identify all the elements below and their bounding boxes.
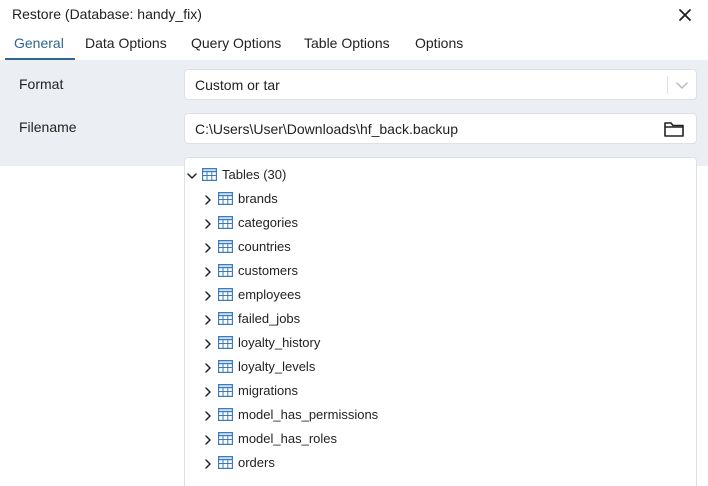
tab-table-options[interactable]: Table Options <box>304 35 390 51</box>
objects-tree: Tables (30) brands categories countries cus… <box>184 157 697 486</box>
dialog-titlebar: Restore (Database: handy_fix) <box>0 0 708 28</box>
tree-item-table[interactable]: employees <box>185 284 685 306</box>
tree-item-label: loyalty_history <box>238 335 321 350</box>
chevron-right-icon[interactable] <box>202 313 214 325</box>
table-icon <box>218 408 234 422</box>
tree-item-label: brands <box>238 191 278 206</box>
tab-options[interactable]: Options <box>415 35 463 51</box>
tree-root-label: Tables (30) <box>222 167 287 182</box>
table-icon <box>218 336 234 350</box>
tree-item-label: migrations <box>238 383 298 398</box>
select-divider <box>667 76 668 94</box>
tree-item-table[interactable]: migrations <box>185 380 685 402</box>
filename-input[interactable] <box>195 121 645 137</box>
format-label: Format <box>19 76 64 92</box>
table-icon <box>218 264 234 278</box>
tree-root-tables[interactable]: Tables (30) <box>185 164 685 186</box>
tree-item-label: model_has_permissions <box>238 407 379 422</box>
table-icon <box>218 456 234 470</box>
tree-item-label: employees <box>238 287 301 302</box>
format-select-value: Custom or tar <box>195 77 280 93</box>
filename-field[interactable] <box>184 113 697 144</box>
table-icon <box>218 288 234 302</box>
tree-item-label: customers <box>238 263 298 278</box>
table-icon <box>202 168 218 182</box>
tree-item-table[interactable]: brands <box>185 188 685 210</box>
chevron-right-icon[interactable] <box>202 385 214 397</box>
chevron-right-icon[interactable] <box>202 217 214 229</box>
tree-item-label: model_has_roles <box>238 431 338 446</box>
close-icon[interactable] <box>674 4 696 26</box>
tree-item-table[interactable]: model_has_roles <box>185 428 685 450</box>
chevron-down-icon[interactable] <box>673 76 691 94</box>
filename-label: Filename <box>19 119 77 135</box>
table-icon <box>218 192 234 206</box>
table-icon <box>218 312 234 326</box>
chevron-right-icon[interactable] <box>202 193 214 205</box>
table-icon <box>218 432 234 446</box>
tree-item-label: orders <box>238 455 275 470</box>
tree-item-table[interactable]: countries <box>185 236 685 258</box>
tab-bar: General Data Options Query Options Table… <box>0 28 708 60</box>
tree-item-table[interactable]: model_has_permissions <box>185 404 685 426</box>
tree-item-label: loyalty_levels <box>238 359 316 374</box>
tree-item-table[interactable]: loyalty_history <box>185 332 685 354</box>
tree-item-label: countries <box>238 239 291 254</box>
chevron-right-icon[interactable] <box>202 433 214 445</box>
chevron-right-icon[interactable] <box>202 265 214 277</box>
table-icon <box>218 360 234 374</box>
table-icon <box>218 384 234 398</box>
folder-icon[interactable] <box>663 119 685 139</box>
tree-item-table[interactable]: failed_jobs <box>185 308 685 330</box>
left-blank-panel <box>0 166 168 486</box>
tree-item-table[interactable]: orders <box>185 452 685 474</box>
dialog-title: Restore (Database: handy_fix) <box>12 6 202 22</box>
chevron-right-icon[interactable] <box>202 409 214 421</box>
chevron-down-icon[interactable] <box>186 169 198 181</box>
table-icon <box>218 216 234 230</box>
tab-general[interactable]: General <box>14 35 64 51</box>
chevron-right-icon[interactable] <box>202 241 214 253</box>
tree-item-label: failed_jobs <box>238 311 301 326</box>
tree-item-table[interactable]: loyalty_levels <box>185 356 685 378</box>
format-select[interactable]: Custom or tar <box>184 69 697 100</box>
tree-item-table[interactable]: customers <box>185 260 685 282</box>
table-icon <box>218 240 234 254</box>
tree-item-table[interactable]: categories <box>185 212 685 234</box>
chevron-right-icon[interactable] <box>202 289 214 301</box>
chevron-right-icon[interactable] <box>202 337 214 349</box>
tab-data-options[interactable]: Data Options <box>85 35 167 51</box>
tab-query-options[interactable]: Query Options <box>191 35 281 51</box>
chevron-right-icon[interactable] <box>202 361 214 373</box>
chevron-right-icon[interactable] <box>202 457 214 469</box>
tree-item-label: categories <box>238 215 298 230</box>
